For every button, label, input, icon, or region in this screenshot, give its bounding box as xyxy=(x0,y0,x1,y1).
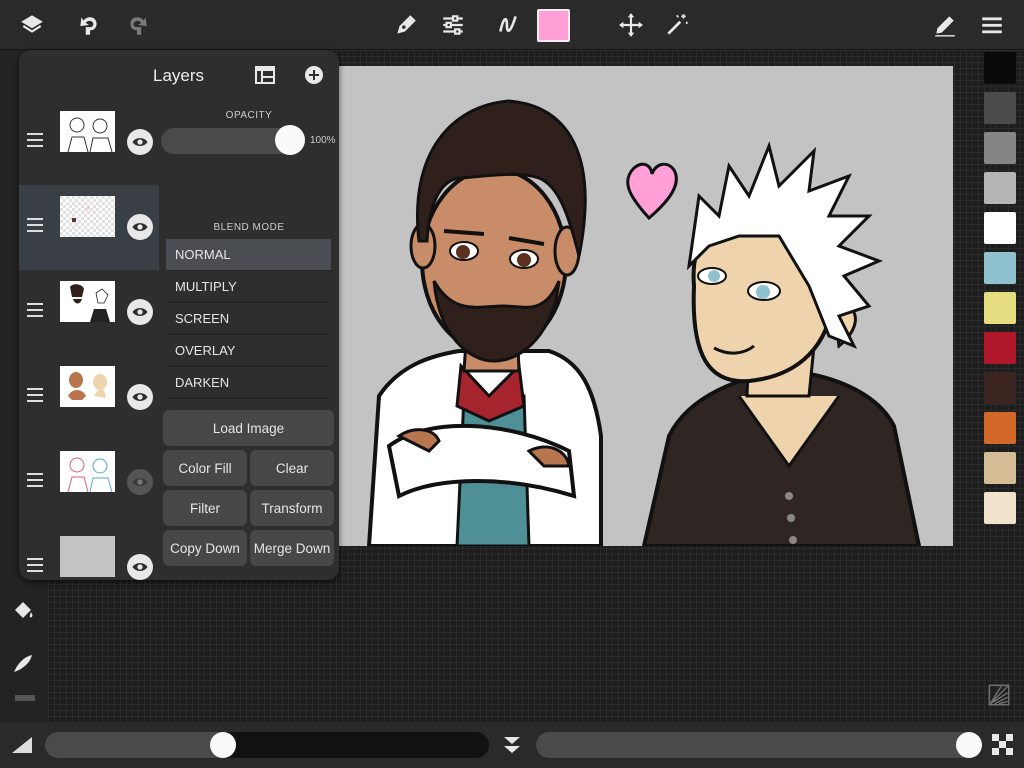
drag-handle-icon[interactable] xyxy=(27,388,43,406)
layer-thumbnail xyxy=(60,111,115,152)
blend-mode-screen[interactable]: SCREEN xyxy=(166,303,331,335)
layer-visibility-toggle[interactable] xyxy=(127,384,153,410)
copy-down-button[interactable]: Copy Down xyxy=(163,530,247,566)
layers-panel: Layers OPACITY 100% BLEND MODE NORMAL MU… xyxy=(19,50,339,580)
layer-visibility-toggle[interactable] xyxy=(127,214,153,240)
redo-icon[interactable] xyxy=(122,9,154,41)
layer-properties: OPACITY 100% BLEND MODE NORMAL MULTIPLY … xyxy=(159,100,339,580)
reference-icon[interactable] xyxy=(986,682,1012,708)
layers-panel-title: Layers xyxy=(153,66,205,85)
drag-handle-icon[interactable] xyxy=(27,133,43,151)
collapse-icon[interactable] xyxy=(500,733,524,757)
layer-thumbnail xyxy=(60,196,115,237)
palette-swatch[interactable] xyxy=(984,172,1016,204)
layer-thumbnail xyxy=(60,536,115,577)
eye-icon xyxy=(132,563,148,571)
layer-visibility-toggle[interactable] xyxy=(127,129,153,155)
palette-swatch[interactable] xyxy=(984,92,1016,124)
blend-mode-multiply[interactable]: MULTIPLY xyxy=(166,271,331,303)
palette-swatch[interactable] xyxy=(984,452,1016,484)
brush-size-icon xyxy=(10,735,34,755)
brush-size-slider-knob[interactable] xyxy=(209,732,236,758)
brush-opacity-slider-fill xyxy=(536,732,982,758)
layer-visibility-toggle[interactable] xyxy=(127,299,153,325)
layer-row[interactable] xyxy=(19,270,159,355)
pen-icon[interactable] xyxy=(390,9,422,41)
adjust-icon[interactable] xyxy=(437,9,469,41)
layer-visibility-toggle[interactable] xyxy=(127,469,153,495)
palette-swatch[interactable] xyxy=(984,332,1016,364)
palette-swatch[interactable] xyxy=(984,252,1016,284)
eye-icon xyxy=(132,138,148,146)
layer-gallery-icon[interactable] xyxy=(253,63,277,87)
pencil-edit-icon[interactable] xyxy=(929,9,961,41)
layers-panel-header: Layers xyxy=(19,50,339,100)
blend-mode-darken[interactable]: DARKEN xyxy=(166,367,331,399)
eye-icon xyxy=(132,308,148,316)
undo-icon[interactable] xyxy=(73,9,105,41)
layer-row[interactable] xyxy=(19,525,159,580)
artwork xyxy=(366,99,922,546)
layer-thumbnail xyxy=(60,451,115,492)
palette-swatch[interactable] xyxy=(984,492,1016,524)
merge-down-button[interactable]: Merge Down xyxy=(250,530,334,566)
stroke-icon[interactable] xyxy=(492,9,524,41)
paint-bucket-icon[interactable] xyxy=(8,595,38,625)
drawing-canvas[interactable] xyxy=(339,66,953,546)
palette-swatch[interactable] xyxy=(984,132,1016,164)
blend-mode-normal[interactable]: NORMAL xyxy=(166,239,331,271)
magic-wand-icon[interactable] xyxy=(661,9,693,41)
palette-swatch[interactable] xyxy=(984,412,1016,444)
color-fill-button[interactable]: Color Fill xyxy=(163,450,247,486)
eye-hidden-icon xyxy=(132,478,148,486)
layer-row-selected[interactable] xyxy=(19,185,159,270)
brush-tip-icon[interactable] xyxy=(8,648,38,678)
blend-mode-overlay[interactable]: OVERLAY xyxy=(166,335,331,367)
layers-icon[interactable] xyxy=(16,9,48,41)
move-icon[interactable] xyxy=(615,9,647,41)
blend-mode-label: BLEND MODE xyxy=(213,222,285,233)
transparency-icon xyxy=(992,734,1014,756)
opacity-value: 100% xyxy=(310,135,336,146)
palette-swatch[interactable] xyxy=(984,372,1016,404)
brush-opacity-slider-knob[interactable] xyxy=(956,732,982,758)
blend-mode-list: NORMAL MULTIPLY SCREEN OVERLAY DARKEN xyxy=(166,239,331,399)
opacity-slider-knob[interactable] xyxy=(275,125,305,155)
current-color-swatch[interactable] xyxy=(537,9,570,42)
palette-swatch[interactable] xyxy=(984,292,1016,324)
brush-opacity-slider[interactable] xyxy=(536,732,982,758)
brush-size-slider-fill xyxy=(45,732,236,758)
opacity-label: OPACITY xyxy=(225,110,273,121)
filter-button[interactable]: Filter xyxy=(163,490,247,526)
bottom-bar xyxy=(0,722,1024,768)
layer-thumbnail xyxy=(60,281,115,322)
palette-swatch[interactable] xyxy=(984,212,1016,244)
top-toolbar xyxy=(0,0,1024,50)
layer-thumbnail xyxy=(60,366,115,407)
layer-list xyxy=(19,100,159,580)
layer-visibility-toggle[interactable] xyxy=(127,554,153,580)
eye-icon xyxy=(132,393,148,401)
drag-handle-icon[interactable] xyxy=(27,303,43,321)
brush-size-slider[interactable] xyxy=(45,732,489,758)
layer-row[interactable] xyxy=(19,355,159,440)
palette-swatch[interactable] xyxy=(984,52,1016,84)
add-layer-icon[interactable] xyxy=(302,63,326,87)
drag-handle-icon[interactable] xyxy=(27,218,43,236)
eye-icon xyxy=(132,223,148,231)
color-palette xyxy=(978,52,1024,542)
menu-icon[interactable] xyxy=(976,9,1008,41)
transform-button[interactable]: Transform xyxy=(250,490,334,526)
layer-row[interactable] xyxy=(19,440,159,525)
eyedropper-icon[interactable] xyxy=(10,682,40,712)
clear-button[interactable]: Clear xyxy=(250,450,334,486)
layer-row[interactable] xyxy=(19,100,159,185)
drag-handle-icon[interactable] xyxy=(27,558,43,576)
load-image-button[interactable]: Load Image xyxy=(163,410,334,446)
drag-handle-icon[interactable] xyxy=(27,473,43,491)
